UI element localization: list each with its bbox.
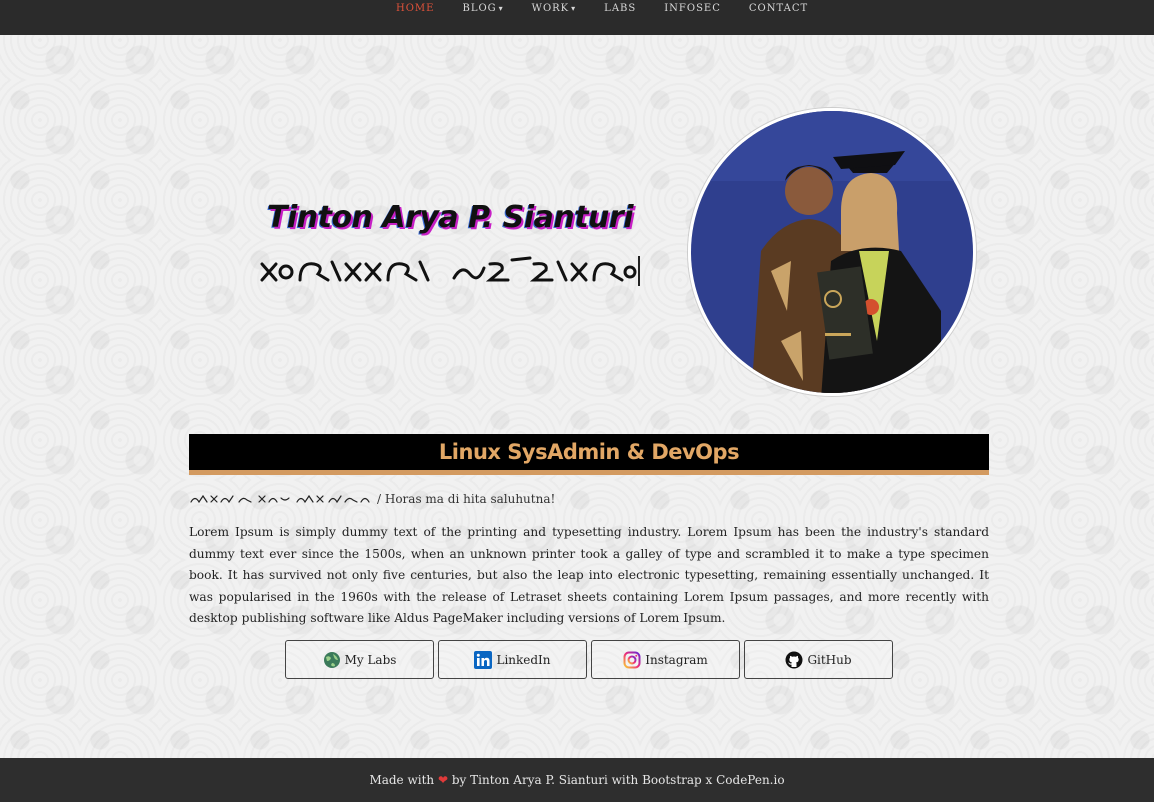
globe-icon [323, 651, 340, 668]
github-label: GitHub [807, 652, 852, 667]
typing-cursor [638, 256, 640, 286]
nav-work[interactable]: WORK ▾ [532, 0, 577, 20]
linkedin-button[interactable]: LinkedIn [438, 640, 587, 679]
profile-photo [688, 108, 976, 396]
my-labs-button[interactable]: My Labs [285, 640, 434, 679]
caret-down-icon: ▾ [571, 4, 577, 13]
section-banner: Linux SysAdmin & DevOps [189, 434, 989, 475]
nav-infosec[interactable]: INFOSEC [664, 0, 721, 20]
graduation-photo-icon [691, 111, 973, 393]
batak-script-greeting-icon [190, 494, 370, 504]
instagram-label: Instagram [645, 652, 708, 667]
greeting-line: / Horas ma di hita saluhutna! [189, 490, 555, 508]
footer-credit: by Tinton Arya P. Sianturi with Bootstra… [451, 773, 785, 787]
batak-script-name-icon [260, 256, 637, 282]
instagram-button[interactable]: Instagram [591, 640, 740, 679]
instagram-icon [623, 651, 641, 668]
nav-blog[interactable]: BLOG ▾ [462, 0, 503, 20]
heart-icon: ❤ [437, 773, 449, 787]
nav-contact[interactable]: CONTACT [749, 0, 808, 20]
github-button[interactable]: GitHub [744, 640, 893, 679]
hero-name: Tinton Arya P. Sianturi [267, 200, 633, 235]
greeting-text: / Horas ma di hita saluhutna! [377, 492, 556, 506]
section-title: Linux SysAdmin & DevOps [438, 440, 740, 464]
my-labs-label: My Labs [344, 652, 397, 667]
top-navbar: HOME BLOG ▾ WORK ▾ LABS INFOSEC CONTACT [0, 0, 1154, 35]
social-links: My Labs LinkedIn Instagram GitHub [285, 640, 897, 679]
nav-labs[interactable]: LABS [604, 0, 636, 20]
caret-down-icon: ▾ [498, 4, 504, 13]
footer-prefix: Made with [369, 773, 435, 787]
linkedin-icon [474, 650, 493, 669]
nav-menu: HOME BLOG ▾ WORK ▾ LABS INFOSEC CONTACT [396, 0, 836, 20]
footer: Made with ❤ by Tinton Arya P. Sianturi w… [0, 758, 1154, 802]
linkedin-label: LinkedIn [496, 652, 551, 667]
github-icon [785, 651, 803, 668]
nav-home[interactable]: HOME [396, 0, 434, 20]
intro-paragraph: Lorem Ipsum is simply dummy text of the … [189, 525, 989, 626]
